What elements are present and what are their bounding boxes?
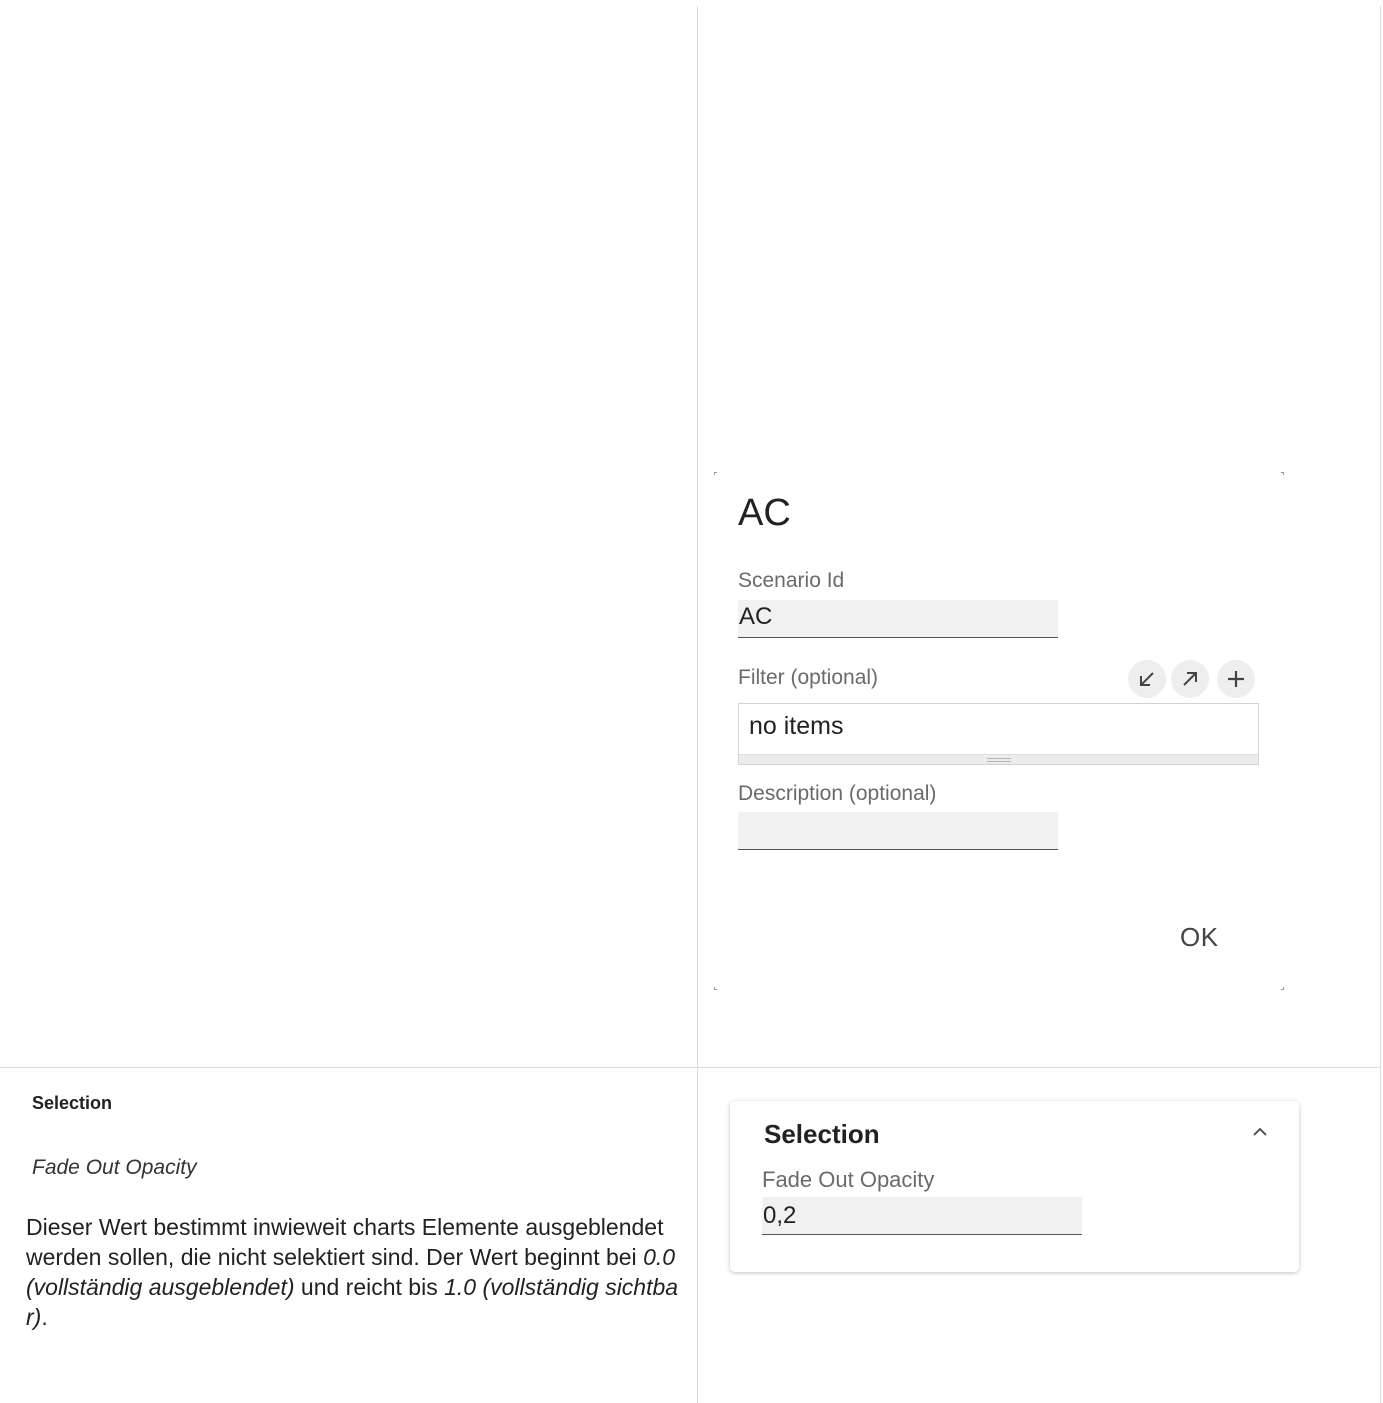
property-name: Fade Out Opacity bbox=[32, 1156, 197, 1179]
resize-handle[interactable] bbox=[739, 754, 1258, 764]
description-label: Description (optional) bbox=[738, 782, 937, 805]
fade-out-opacity-input[interactable]: 0,2 bbox=[762, 1197, 1082, 1235]
collapse-icon[interactable] bbox=[1128, 660, 1166, 698]
expand-icon[interactable] bbox=[1171, 660, 1209, 698]
dialog-title: AC bbox=[738, 492, 791, 534]
property-description: Dieser Wert bestimmt inwieweit charts El… bbox=[26, 1212, 681, 1332]
plus-icon[interactable] bbox=[1217, 660, 1255, 698]
dialog-corner bbox=[1281, 472, 1284, 475]
description-input[interactable] bbox=[738, 812, 1058, 850]
dialog-corner bbox=[714, 472, 717, 475]
desc-text: Dieser Wert bestimmt inwieweit charts El… bbox=[26, 1214, 664, 1270]
filter-list[interactable]: no items bbox=[738, 703, 1259, 765]
filter-empty-text: no items bbox=[749, 712, 844, 740]
scenario-dialog: AC Scenario Id AC Filter (optional) no i… bbox=[714, 472, 1284, 990]
ok-button[interactable]: OK bbox=[1180, 922, 1219, 953]
grip-line bbox=[986, 758, 1011, 759]
scenario-id-label: Scenario Id bbox=[738, 569, 845, 592]
dialog-corner bbox=[1281, 987, 1284, 990]
right-border bbox=[1380, 6, 1381, 1403]
dialog-corner bbox=[714, 987, 717, 990]
chevron-up-icon[interactable] bbox=[1249, 1121, 1271, 1143]
grip-line bbox=[986, 761, 1011, 762]
scenario-id-input[interactable]: AC bbox=[738, 600, 1058, 638]
column-divider bbox=[697, 6, 698, 1403]
section-heading: Selection bbox=[32, 1093, 113, 1113]
desc-text: und reicht bis bbox=[294, 1274, 445, 1300]
filter-label: Filter (optional) bbox=[738, 666, 879, 689]
selection-panel: Selection Fade Out Opacity 0,2 bbox=[730, 1101, 1299, 1272]
fade-out-opacity-label: Fade Out Opacity bbox=[762, 1167, 935, 1192]
desc-text: . bbox=[41, 1304, 48, 1330]
row-divider bbox=[0, 1067, 1381, 1068]
panel-title: Selection bbox=[764, 1119, 880, 1149]
